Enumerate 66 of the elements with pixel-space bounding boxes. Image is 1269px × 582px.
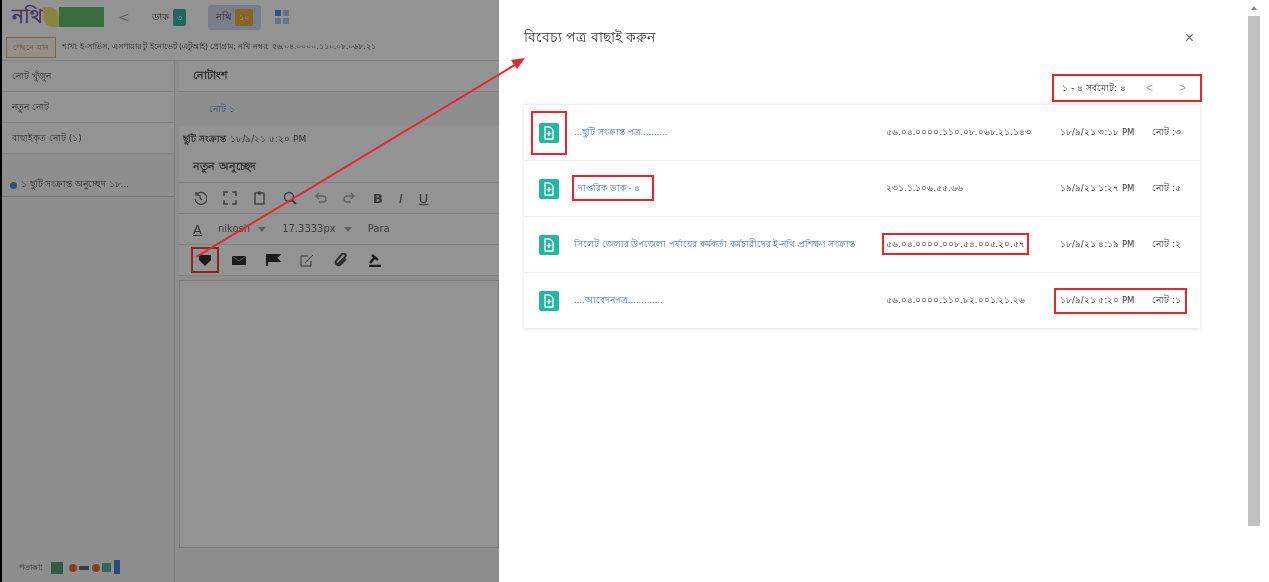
letter-subject-link[interactable]: দাপ্তরিক ডাক - ৪	[574, 176, 653, 199]
fullscreen-icon[interactable]	[223, 191, 237, 205]
note-count: নোট :১	[1152, 293, 1182, 307]
count-badge: ৩	[172, 8, 186, 26]
note-count: নোট :৫	[1152, 181, 1182, 195]
edit-icon[interactable]	[299, 253, 315, 267]
logo: নথি	[12, 0, 104, 34]
note-count: নোট :২	[1152, 237, 1182, 251]
letter-date: ১৮/৯/২১ ৫:২০ PM	[1060, 293, 1135, 307]
document-icon[interactable]	[539, 122, 559, 143]
letter-date: ১৯/৯/২১ ১:২৭ PM	[1060, 181, 1135, 195]
italic-button[interactable]: I	[398, 190, 403, 206]
paste-icon[interactable]	[253, 191, 267, 205]
history-icon[interactable]	[193, 191, 207, 205]
panel-title: নোটাংশ	[179, 61, 499, 92]
document-icon[interactable]	[539, 234, 559, 255]
note-tab[interactable]: নোট ১	[209, 101, 235, 117]
letter-date: ১৮/৯/২১ ৪:১৯ PM	[1060, 237, 1135, 251]
search-icon[interactable]	[283, 191, 297, 205]
note-count: নোট :৩	[1152, 125, 1182, 139]
page-range: ১ - ৪ সর্বমোট: ৪	[1062, 81, 1126, 95]
back-button[interactable]: পেছনে যান	[6, 36, 56, 58]
close-button[interactable]: ×	[1178, 28, 1200, 48]
caret-icon[interactable]	[258, 226, 267, 232]
letter-subject-link[interactable]: ...ছুটি সংক্রান্ত পত্র..........	[574, 126, 668, 137]
flag-label: পতাকা:	[19, 561, 43, 574]
undo-icon[interactable]	[313, 191, 327, 205]
underline-button[interactable]: U	[418, 190, 429, 206]
collapse-button[interactable]: <	[118, 9, 130, 25]
flag-icons-drawing	[50, 560, 121, 574]
note-item[interactable]: ১ ছুটি সংক্রান্ত অনুচ্ছেদ ১৮...	[2, 174, 174, 197]
note-subject: ছুটি সংক্রান্ত	[183, 132, 227, 147]
scrollbar-thumb[interactable]	[1247, 16, 1260, 526]
bold-button[interactable]: B	[373, 190, 383, 206]
font-color-button[interactable]: A	[193, 221, 202, 237]
size-select[interactable]: 17.3333px	[282, 220, 336, 238]
caret-icon[interactable]	[343, 226, 352, 232]
gavel-icon[interactable]	[367, 253, 383, 267]
dialog-title: বিবেচ্য পত্র বাছাই করুন	[524, 28, 656, 47]
note-search-field[interactable]: নোট খুঁজুন	[2, 61, 174, 92]
new-note-button[interactable]: নতুন নোট	[2, 92, 174, 123]
note-time: ১৮/৯/২১ ৫:২০ PM	[230, 132, 307, 146]
scroll-up-icon[interactable]	[1250, 6, 1257, 10]
count-badge: ১০	[234, 8, 253, 26]
mail-icon[interactable]	[231, 253, 247, 267]
flag-icon[interactable]	[265, 253, 281, 267]
letter-date: ১৮/৯/২১ ৩:১৮ PM	[1060, 125, 1135, 139]
module-tab[interactable]: ডাক ৩	[143, 4, 194, 30]
seal-icon[interactable]	[197, 253, 213, 267]
memo-number: ২৩১.১.১০৬.৫৫.৬৬	[885, 181, 964, 195]
prev-page-button[interactable]: <	[1139, 80, 1159, 96]
memo-number: ৫৬.০৪.০০০০.০০৮.৫৪.০০৫.২০.৫৭	[884, 234, 1027, 253]
module-tab[interactable]: নথি ১০	[207, 4, 261, 30]
memo-number: ৫৬.০৪.০০০০.১১০.০৮.০৬৮.২১.১৪৩	[885, 125, 1032, 139]
document-icon[interactable]	[539, 290, 559, 311]
section-title: নতুন অনুচ্ছেদ	[179, 152, 499, 183]
redo-icon[interactable]	[343, 191, 357, 205]
memo-number: ৫৬.০৪.০০০০.১১০.৮২.০০১.২১.২৬	[885, 293, 1026, 307]
clip-icon[interactable]	[333, 253, 349, 267]
next-page-button[interactable]: >	[1173, 80, 1192, 96]
selected-notes-toggle[interactable]: বাছাইকৃত নোট (১)	[2, 123, 174, 154]
document-icon[interactable]	[539, 178, 559, 199]
format-select[interactable]: Para	[367, 220, 390, 238]
letter-subject-link[interactable]: ....আবেদনপত্র.............	[574, 294, 663, 305]
letter-subject-link[interactable]: সিলেট জেলার উপজেলা পর্যায়ের কর্মকর্তা কর্মচারীদের ই-নথি প্রশিক্ষণ সংক্রান্ত	[574, 238, 855, 249]
grid-icon[interactable]	[274, 10, 289, 24]
